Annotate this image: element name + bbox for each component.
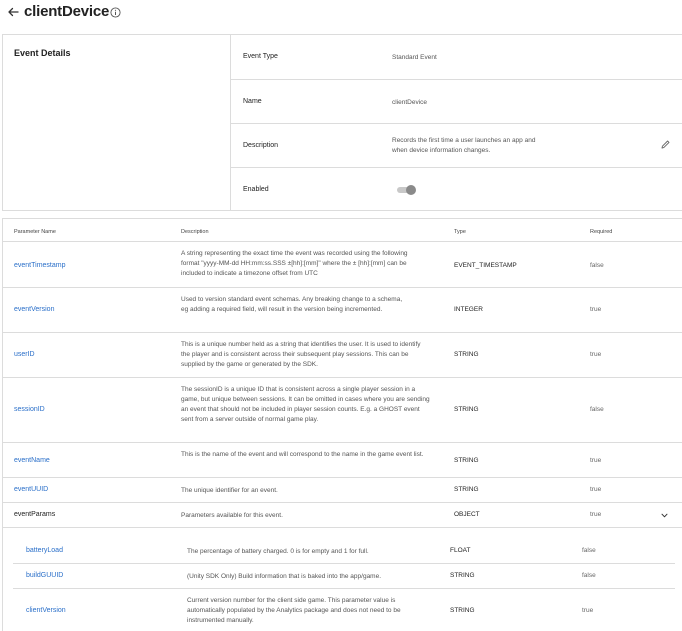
table-row: eventTimestamp A string representing the… xyxy=(3,242,682,288)
table-row: eventVersion Used to version standard ev… xyxy=(3,288,682,333)
table-row: eventName This is the name of the event … xyxy=(3,443,682,478)
table-row: eventUUID The unique identifier for an e… xyxy=(3,478,682,503)
parameter-type: INTEGER xyxy=(454,306,483,313)
detail-value: Standard Event xyxy=(392,54,437,61)
parameter-name-link[interactable]: batteryLoad xyxy=(26,547,63,554)
parameter-name-link[interactable]: eventName xyxy=(14,457,50,464)
parameter-required: true xyxy=(590,457,602,464)
parameter-type: OBJECT xyxy=(454,511,480,518)
parameter-name-link[interactable]: eventUUID xyxy=(14,486,48,493)
parameter-description: The sessionID is a unique ID that is con… xyxy=(181,386,430,423)
nested-table-row: buildGUUID (Unity SDK Only) Build inform… xyxy=(13,564,675,589)
event-details-fields: Event Type Standard Event Name clientDev… xyxy=(230,35,682,211)
page-title: clientDevice xyxy=(24,3,110,20)
detail-label: Event Type xyxy=(243,53,278,60)
detail-label: Description xyxy=(243,142,279,149)
toggle-knob xyxy=(406,185,416,195)
column-header-name: Parameter Name xyxy=(14,229,56,235)
parameter-description: The percentage of battery charged. 0 is … xyxy=(187,548,369,555)
parameter-type: EVENT_TIMESTAMP xyxy=(454,262,517,269)
event-details-heading: Event Details xyxy=(14,48,71,58)
parameter-required: false xyxy=(590,406,604,413)
parameter-type: STRING xyxy=(450,572,475,579)
parameter-required: true xyxy=(590,486,602,493)
parameter-type: STRING xyxy=(454,351,479,358)
table-row: sessionID The sessionID is a unique ID t… xyxy=(3,378,682,443)
chevron-down-icon[interactable] xyxy=(660,511,669,520)
detail-row-enabled: Enabled xyxy=(231,168,682,211)
detail-value: Records the first time a user launches a… xyxy=(392,137,536,154)
parameter-required: false xyxy=(582,547,596,554)
arrow-left-icon[interactable] xyxy=(7,6,19,18)
parameter-description: This is the name of the event and will c… xyxy=(181,451,424,458)
detail-row-name: Name clientDevice xyxy=(231,80,682,124)
info-circle-icon[interactable] xyxy=(110,7,121,18)
table-row: userID This is a unique number held as a… xyxy=(3,333,682,378)
parameter-required: false xyxy=(582,572,596,579)
nested-table-row: clientVersion Current version number for… xyxy=(13,589,675,631)
parameter-description: (Unity SDK Only) Build information that … xyxy=(187,573,382,580)
parameters-table: Parameter Name Description Type Required… xyxy=(2,218,682,631)
enabled-toggle[interactable] xyxy=(397,185,416,195)
nested-table-row: batteryLoad The percentage of battery ch… xyxy=(13,539,675,564)
parameter-description: This is a unique number held as a string… xyxy=(181,341,421,368)
parameter-required: true xyxy=(590,511,602,518)
parameter-required: true xyxy=(590,306,602,313)
nested-section-divider xyxy=(3,527,682,528)
event-details-card: Event Details Event Type Standard Event … xyxy=(2,34,682,211)
parameter-name-link[interactable]: eventTimestamp xyxy=(14,262,65,269)
parameter-required: true xyxy=(590,351,602,358)
detail-row-description: Description Records the first time a use… xyxy=(231,124,682,168)
parameter-description: Current version number for the client si… xyxy=(187,597,401,624)
parameter-name-link[interactable]: userID xyxy=(14,351,35,358)
parameter-name-link[interactable]: sessionID xyxy=(14,406,45,413)
column-header-type: Type xyxy=(454,229,466,235)
page-header: clientDevice xyxy=(0,0,682,26)
parameter-required: true xyxy=(582,607,594,614)
parameter-type: STRING xyxy=(454,406,479,413)
parameter-description: Used to version standard event schemas. … xyxy=(181,296,403,313)
parameter-description: Parameters available for this event. xyxy=(181,512,283,519)
parameter-required: false xyxy=(590,262,604,269)
column-header-description: Description xyxy=(181,229,209,235)
detail-label: Name xyxy=(243,98,262,105)
parameter-name-link[interactable]: eventVersion xyxy=(14,306,54,313)
parameter-description: The unique identifier for an event. xyxy=(181,487,278,494)
parameter-name-link[interactable]: buildGUUID xyxy=(26,572,63,579)
table-row-expandable[interactable]: eventParams Parameters available for thi… xyxy=(3,503,682,528)
detail-label: Enabled xyxy=(243,186,269,193)
parameter-type: FLOAT xyxy=(450,547,471,554)
parameter-name: eventParams xyxy=(14,511,56,518)
detail-value: clientDevice xyxy=(392,99,428,106)
parameter-type: STRING xyxy=(450,607,475,614)
detail-row-event-type: Event Type Standard Event xyxy=(231,35,682,80)
parameter-type: STRING xyxy=(454,486,479,493)
parameter-name-link[interactable]: clientVersion xyxy=(26,607,66,614)
parameter-type: STRING xyxy=(454,457,479,464)
pencil-icon[interactable] xyxy=(660,139,671,150)
parameter-description: A string representing the exact time the… xyxy=(181,250,408,277)
column-header-required: Required xyxy=(590,229,613,235)
